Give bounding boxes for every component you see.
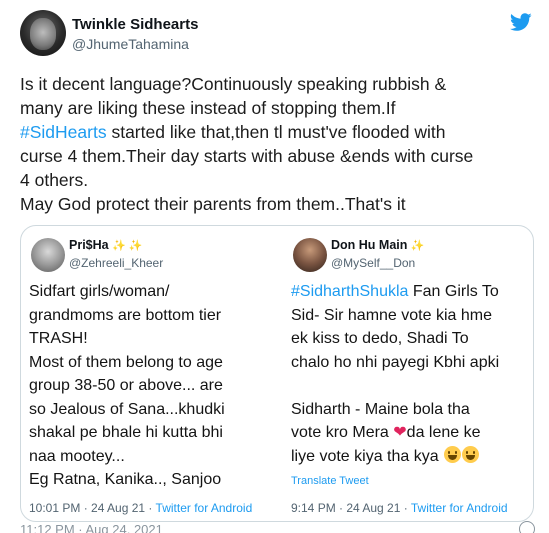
tweet-header: Twinkle Sidhearts @JhumeTahamina: [20, 8, 535, 58]
tweet-text: Is it decent language?Continuously speak…: [20, 72, 535, 216]
tweet-line: Is it decent language?Continuously speak…: [20, 74, 447, 94]
hashtag-link[interactable]: #SidHearts: [20, 122, 107, 142]
author-avatar[interactable]: [20, 10, 66, 56]
tweet-line: curse 4 them.Their day starts with abuse…: [20, 146, 474, 166]
quoted-author-handle: @Zehreeli_Kheer: [69, 256, 164, 270]
quoted-author-avatar: [31, 238, 65, 272]
heart-emoji: ❤: [393, 424, 407, 441]
info-icon[interactable]: [519, 521, 535, 533]
sparkle-emoji: ✨ ✨: [112, 240, 143, 252]
quoted-author-name: Don Hu Main ✨: [331, 238, 425, 252]
author-display-name[interactable]: Twinkle Sidhearts: [72, 16, 198, 33]
quoted-tweet-meta: 9:14 PM · 24 Aug 21 · Twitter for Androi…: [291, 501, 508, 515]
source-label: Twitter for Android: [155, 501, 253, 515]
grinning-face-icon: [462, 445, 480, 463]
author-handle[interactable]: @JhumeTahamina: [72, 36, 189, 52]
quoted-tweet-right: Don Hu Main ✨ @MySelf__Don #SidharthShuk…: [283, 226, 533, 521]
translate-tweet-link: Translate Tweet: [291, 475, 369, 487]
tweet-line: 4 others.: [20, 170, 89, 190]
quoted-author-avatar: [293, 238, 327, 272]
quoted-author-name: Pri$Ha ✨ ✨: [69, 238, 143, 252]
tweet-timestamp[interactable]: 11:12 PM · Aug 24, 2021: [20, 522, 163, 533]
tweet-line: #SidHearts started like that,then tl mus…: [20, 120, 535, 144]
attached-screenshots[interactable]: Pri$Ha ✨ ✨ @Zehreeli_Kheer Sidfart girls…: [20, 225, 534, 522]
source-label: Twitter for Android: [410, 501, 508, 515]
quoted-author-handle: @MySelf__Don: [331, 256, 416, 270]
quoted-tweet-text: Sidfart girls/woman/ grandmoms are botto…: [29, 283, 225, 488]
grinning-face-icon: [444, 445, 462, 463]
tweet-line: many are liking these instead of stoppin…: [20, 98, 396, 118]
quoted-tweet-meta: 10:01 PM · 24 Aug 21 · Twitter for Andro…: [29, 501, 253, 515]
quoted-tweet-left: Pri$Ha ✨ ✨ @Zehreeli_Kheer Sidfart girls…: [21, 226, 283, 521]
tweet-line-rest: started like that,then tl must've floode…: [111, 122, 446, 142]
twitter-bird-icon[interactable]: [509, 11, 533, 33]
sparkle-emoji: ✨: [410, 240, 425, 252]
tweet-line: May God protect their parents from them.…: [20, 194, 406, 214]
quoted-tweet-text: #SidharthShukla Fan Girls To Sid- Sir ha…: [291, 283, 500, 465]
hashtag-link: #SidharthShukla: [291, 283, 409, 300]
